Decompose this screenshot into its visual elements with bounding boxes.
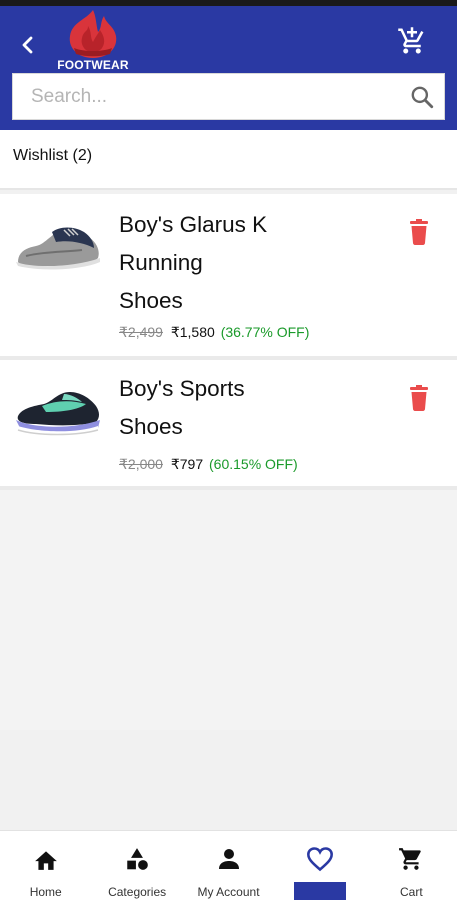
wishlist-header: Wishlist (2) [0,130,457,190]
nav-item-categories[interactable]: Categories [91,831,182,900]
bottom-navigation: Home Categories My Account Cart [0,830,457,900]
price-row: ₹2,000 ₹797 (60.15% OFF) [119,456,298,473]
trash-icon [410,219,428,245]
account-icon [218,849,239,869]
nav-label: Cart [399,885,423,899]
discount-label: (36.77% OFF) [220,324,310,340]
wishlist-item[interactable]: Boy's Glarus K Running Shoes ₹2,499 ₹1,5… [0,194,457,360]
nav-label: My Account [197,885,260,899]
heart-icon [306,847,333,872]
product-name-line: Running [119,250,203,275]
cart-plus-icon [398,27,424,54]
product-name-line: Boy's Glarus K [119,212,268,237]
product-image-shoe[interactable] [12,374,104,444]
trash-icon [410,385,428,411]
nav-label: Home [29,885,62,899]
discount-label: (60.15% OFF) [209,456,298,472]
cart-icon [399,848,422,870]
search-input[interactable] [13,74,400,119]
nav-item-cart[interactable]: Cart [366,831,457,900]
back-button[interactable] [12,30,42,60]
product-name-line: Shoes [119,288,183,313]
wishlist-list: Boy's Glarus K Running Shoes ₹2,499 ₹1,5… [0,194,457,490]
empty-area [0,490,457,730]
nav-label: Categories [108,885,167,899]
product-image-shoe[interactable] [12,212,104,282]
brand-logo[interactable]: FOOTWEAR [52,8,134,74]
back-arrow-icon [22,36,33,54]
app-header: FOOTWEAR [0,6,457,130]
price-row: ₹2,499 ₹1,580 (36.77% OFF) [119,324,309,341]
original-price: ₹2,499 [119,324,163,340]
flame-logo-icon [69,10,117,58]
categories-icon [127,848,148,870]
delete-button[interactable] [405,384,433,412]
search-bar [12,73,445,120]
wishlist-item[interactable]: Boy's Sports Shoes ₹2,000 ₹797 (60.15% O… [0,360,457,490]
nav-item-my-account[interactable]: My Account [183,831,274,900]
nav-item-wishlist[interactable] [274,831,365,900]
active-tab-indicator [294,882,346,900]
product-name-line: Boy's Sports [119,376,245,401]
delete-button[interactable] [405,218,433,246]
sale-price: ₹1,580 [170,324,215,340]
sale-price: ₹797 [170,456,204,472]
product-name[interactable]: Boy's Sports Shoes [119,370,359,446]
add-to-cart-button[interactable] [395,24,429,58]
original-price: ₹2,000 [119,456,163,472]
product-name-line: Shoes [119,414,183,439]
home-icon [34,851,57,870]
wishlist-title: Wishlist (2) [13,147,93,164]
product-name[interactable]: Boy's Glarus K Running Shoes [119,206,359,320]
logo-text: FOOTWEAR [57,58,129,72]
search-button[interactable] [400,74,444,119]
search-icon [411,86,434,108]
nav-item-home[interactable]: Home [0,831,91,900]
